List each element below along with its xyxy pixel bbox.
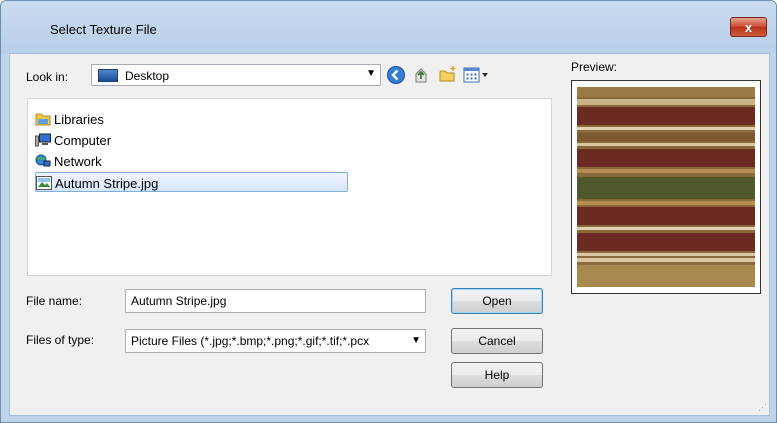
up-folder-icon[interactable] (412, 65, 432, 85)
look-in-label: Look in: (26, 70, 69, 84)
dialog-client-area: Look in: Desktop ▼ Libraries Computer Ne… (9, 53, 770, 416)
chevron-down-icon: ▼ (366, 68, 376, 79)
look-in-dropdown[interactable]: Desktop ▼ (91, 64, 381, 86)
list-item-computer[interactable]: Computer (35, 130, 348, 150)
title-bar[interactable]: Select Texture File x (1, 1, 776, 53)
list-item-label: Autumn Stripe.jpg (55, 176, 159, 191)
view-menu-icon[interactable] (462, 65, 492, 85)
select-texture-dialog: Select Texture File x Look in: Desktop ▼ (0, 0, 777, 423)
file-type-label: Files of type: (26, 333, 95, 347)
new-folder-icon[interactable] (438, 65, 458, 85)
chevron-down-icon: ▼ (411, 335, 421, 346)
list-item-label: Network (54, 154, 102, 169)
help-button[interactable]: Help (451, 362, 543, 388)
list-item-label: Computer (54, 133, 112, 148)
look-in-value: Desktop (125, 69, 170, 83)
file-list[interactable]: Libraries Computer Network Autumn Stripe… (27, 98, 552, 276)
close-icon: x (744, 20, 753, 35)
libraries-icon (35, 113, 51, 126)
list-item-libraries[interactable]: Libraries (35, 109, 348, 129)
dialog-title: Select Texture File (50, 22, 157, 37)
open-button[interactable]: Open (451, 288, 543, 314)
texture-preview-image (577, 87, 755, 287)
desktop-icon (98, 69, 118, 82)
close-button[interactable]: x (730, 17, 767, 37)
preview-label: Preview: (571, 60, 618, 74)
preview-panel (571, 80, 761, 294)
list-item-network[interactable]: Network (35, 151, 348, 171)
image-file-icon (36, 176, 52, 190)
cancel-button[interactable]: Cancel (451, 328, 543, 354)
network-icon (35, 154, 51, 167)
list-item-label: Libraries (54, 112, 104, 127)
back-icon[interactable] (386, 65, 406, 85)
file-type-value: Picture Files (*.jpg;*.bmp;*.png;*.gif;*… (131, 334, 370, 348)
resize-grip-icon[interactable]: ⋰ (758, 402, 767, 413)
list-item-autumn-stripe[interactable]: Autumn Stripe.jpg (35, 172, 348, 192)
file-name-input[interactable]: Autumn Stripe.jpg (125, 289, 426, 313)
file-type-dropdown[interactable]: Picture Files (*.jpg;*.bmp;*.png;*.gif;*… (125, 329, 426, 353)
file-name-label: File name: (26, 294, 83, 308)
computer-icon (35, 133, 51, 147)
